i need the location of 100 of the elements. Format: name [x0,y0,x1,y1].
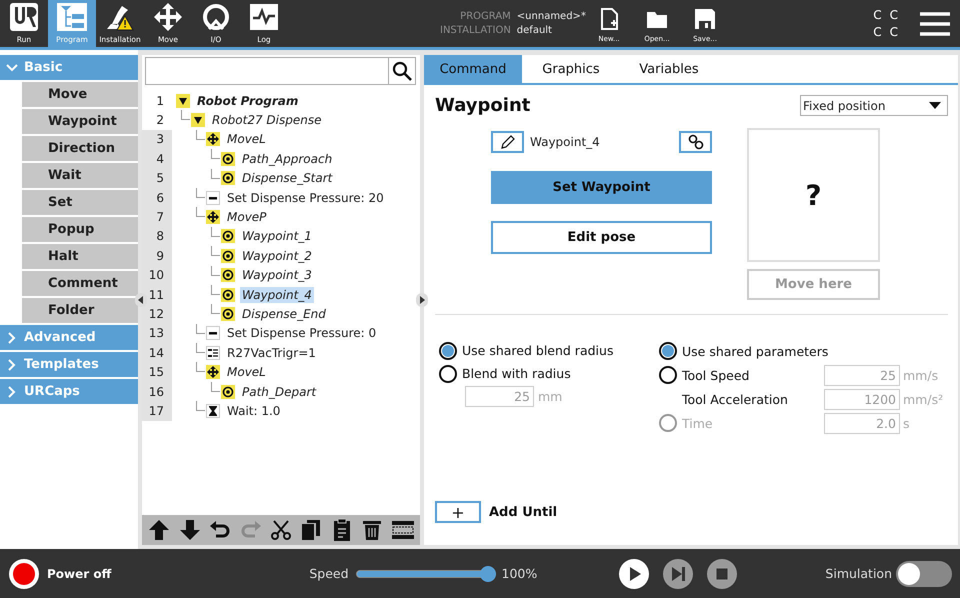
command-item[interactable]: Move [22,82,138,107]
option-label: Use shared blend radius [462,343,614,358]
tree-node[interactable]: MoveP [225,209,268,226]
tree-node[interactable]: Waypoint_1 [240,228,314,244]
chevron-right-icon [6,386,18,398]
set-icon [206,326,220,340]
set-waypoint-button[interactable]: Set Waypoint [491,171,712,204]
option-label: Time [682,416,713,430]
hourglass-icon [206,404,220,418]
panel-tab[interactable]: Command [424,55,522,83]
radio-button[interactable] [659,366,677,384]
tree-node[interactable]: Waypoint_3 [240,267,314,284]
four-way-arrow-icon [206,210,220,224]
tree-node[interactable]: Set Dispense Pressure: 20 [225,190,386,206]
target-icon [221,171,235,186]
command-item[interactable]: Wait [22,163,138,188]
program-label: PROGRAM [459,10,511,24]
target-icon [221,229,235,244]
add-until-label: Add Until [489,504,558,520]
program-name: <unnamed>* [516,10,586,24]
tree-node[interactable]: Path_Approach [240,150,334,167]
power-status: Power off [47,566,112,580]
target-icon [221,384,235,399]
speed-reading: 100% [502,566,538,581]
parameter-label: Tool Acceleration [681,392,789,406]
tree-node[interactable]: MoveL [225,364,268,380]
radio-button[interactable] [439,342,457,360]
command-item[interactable]: Halt [22,244,138,269]
status-letter: C [873,24,882,40]
tree-node[interactable]: Set Dispense Pressure: 0 [225,325,378,342]
chevron-right-icon [6,332,18,344]
edit-pose-button[interactable]: Edit pose [491,221,712,254]
tree-node[interactable]: Path_Depart [240,384,318,400]
assignment-icon [206,346,220,360]
dropdown-caret-icon [929,102,941,109]
line-number: 2 [155,112,165,130]
waypoint-name: Waypoint_4 [530,135,600,149]
line-number: 16 [142,382,172,402]
line-number: 14 [142,343,172,362]
target-icon [221,248,235,263]
chevron-right-icon [6,358,18,370]
add-until-button[interactable]: + [435,501,481,523]
simulation-label: Simulation [825,566,892,581]
four-way-arrow-icon [206,132,220,146]
search-icon[interactable] [392,61,412,81]
line-number: 5 [142,168,172,188]
installation-name: default [516,24,553,38]
tree-node[interactable]: Waypoint_2 [240,248,314,264]
simulation-toggle[interactable] [896,560,952,586]
line-number: 4 [142,149,172,169]
option-label: Use shared parameters [682,344,828,358]
play-button-icon[interactable] [619,558,650,588]
line-number: 9 [142,246,172,266]
line-number: 7 [142,207,172,227]
tree-node[interactable]: Waypoint_4 [240,286,314,303]
menu-icon[interactable] [920,12,950,36]
tree-node[interactable]: MoveL [225,131,268,148]
command-item[interactable]: Direction [22,136,138,161]
status-letter: C [873,6,882,24]
command-item[interactable]: Set [22,190,138,215]
suppress-icon[interactable] [390,518,415,542]
rename-button[interactable] [491,131,524,153]
tree-node[interactable]: Robot Program [195,92,300,109]
line-number: 6 [142,188,172,208]
command-item[interactable]: Folder [22,298,138,323]
target-icon [221,288,235,302]
command-item[interactable]: Waypoint [22,109,138,134]
installation-label: INSTALLATION [440,24,511,38]
status-letter: C [890,6,898,24]
tree-node[interactable]: Dispense_End [240,306,328,322]
unit-label: s [903,416,911,430]
four-way-arrow-icon [206,365,220,380]
radio-button[interactable] [659,342,677,360]
search-field[interactable] [145,57,416,85]
line-number: 8 [142,226,172,246]
target-icon [221,268,235,282]
radio-button[interactable] [439,364,457,382]
command-item[interactable]: Popup [22,217,138,242]
unknown-mark: ? [805,178,822,212]
tree-node[interactable]: Wait: 1.0 [225,402,282,419]
command-item[interactable]: Comment [22,271,138,296]
chevron-down-icon [6,62,18,74]
move-up-icon[interactable] [147,518,172,542]
tree-node[interactable]: R27VacTrigr=1 [225,344,318,361]
program-tree-icon [55,2,89,32]
tree-node[interactable]: Robot27 Dispense [210,112,324,128]
position-dropdown[interactable]: Fixed position [800,95,948,116]
scissors-icon[interactable] [268,518,293,542]
move-down-icon[interactable] [178,518,202,542]
line-number: 1 [155,92,165,110]
line-number: 10 [142,266,172,285]
link-button[interactable] [679,131,712,153]
unit-label: mm/s [903,368,940,382]
line-number: 3 [142,130,172,150]
speed-slider[interactable] [356,566,496,582]
status-letter: C [890,24,898,40]
power-button[interactable] [9,558,39,588]
line-number: 17 [142,401,172,421]
tree-node[interactable]: Dispense_Start [240,170,334,186]
line-number: 13 [142,324,172,344]
